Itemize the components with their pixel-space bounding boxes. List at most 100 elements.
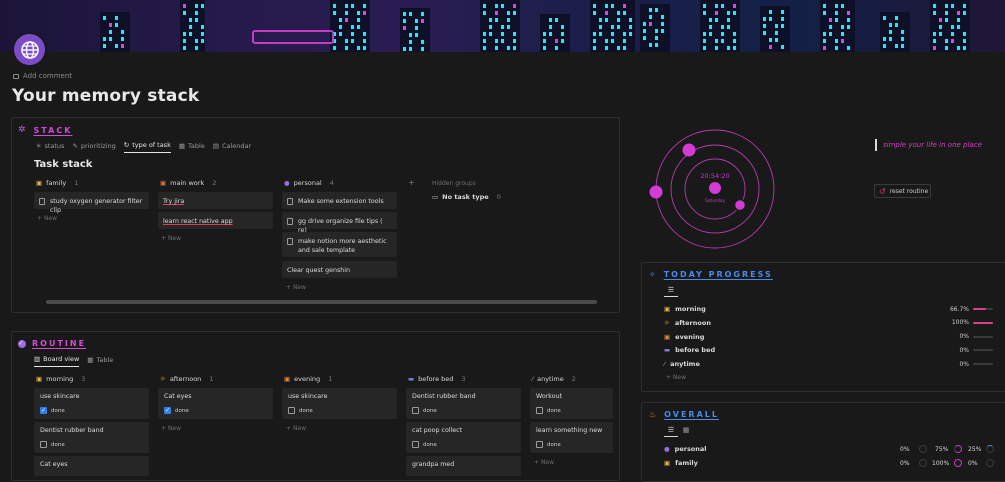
document-icon <box>287 238 293 245</box>
window-light <box>649 15 652 19</box>
new-button[interactable]: + New <box>286 425 306 432</box>
window-light <box>763 24 766 28</box>
progress-row[interactable]: ▣ evening 0% <box>664 333 996 341</box>
window-light <box>201 25 204 29</box>
progress-bar <box>973 321 993 324</box>
done-checkbox[interactable]: ✓ <box>40 407 47 414</box>
window-light <box>823 11 826 15</box>
row-label: anytime <box>670 360 700 369</box>
window-light <box>507 18 510 22</box>
tab-board-view[interactable]: ▥ Board view <box>34 355 80 367</box>
done-checkbox[interactable] <box>536 407 543 414</box>
window-light <box>421 47 424 51</box>
new-label: New <box>167 235 182 242</box>
family-icon: ▣ <box>36 179 43 187</box>
check-circle-icon: ✓ <box>18 339 26 348</box>
window-light <box>421 19 424 23</box>
column-label: main work <box>170 179 205 187</box>
window-light <box>721 4 724 8</box>
window-light <box>703 46 706 50</box>
add-group-button[interactable]: + <box>408 178 415 187</box>
routine-card[interactable]: use skincare done <box>282 388 397 419</box>
window-light <box>363 39 366 43</box>
task-card[interactable]: study oxygen generator filter clip <box>34 192 149 214</box>
overall-row[interactable]: ▣ family 0% 100% 0% <box>664 459 996 467</box>
window-light <box>345 18 348 22</box>
new-button[interactable]: + New <box>666 374 686 381</box>
routine-card[interactable]: Cat eyes ✓ done <box>158 388 273 419</box>
overall-b: 75% <box>935 445 949 453</box>
progress-row[interactable]: ⁄ anytime 0% <box>664 360 996 368</box>
overall-row[interactable]: ● personal 0% 75% 25% <box>664 445 996 453</box>
routine-card[interactable]: use skincare ✓ done <box>34 388 149 419</box>
window-light <box>709 25 712 29</box>
window-light <box>333 4 336 8</box>
new-button[interactable]: + New <box>534 459 554 466</box>
neon-sign <box>252 30 334 44</box>
task-card[interactable]: learn react native app <box>158 212 273 229</box>
window-light <box>883 16 886 20</box>
task-card[interactable]: gg drive organize file tips ( re) <box>282 212 397 234</box>
list-view-tab[interactable]: ☰ <box>664 426 678 437</box>
horizontal-scrollbar[interactable] <box>46 300 597 304</box>
task-card[interactable]: Clear quest genshin <box>282 261 397 278</box>
window-light <box>489 18 492 22</box>
window-light <box>195 11 198 15</box>
window-light <box>543 39 546 43</box>
window-light <box>507 25 510 29</box>
globe-icon[interactable] <box>14 34 45 65</box>
new-label: New <box>672 374 687 381</box>
done-checkbox[interactable] <box>40 441 47 448</box>
done-checkbox[interactable] <box>412 441 419 448</box>
table-icon: ▦ <box>87 355 94 364</box>
done-checkbox[interactable] <box>412 407 419 414</box>
routine-card[interactable]: learn something new done <box>530 422 613 453</box>
new-button[interactable]: + New <box>161 425 181 432</box>
progress-row[interactable]: ▣ morning 66.7% <box>664 305 996 313</box>
routine-card[interactable]: Workout done <box>530 388 613 419</box>
window-light <box>715 11 718 15</box>
progress-row[interactable]: ☼ afternoon 100% <box>664 319 996 327</box>
list-view-tab[interactable]: ☰ <box>664 286 678 297</box>
feather-icon: ⁄ <box>664 360 666 369</box>
new-button[interactable]: + New <box>37 215 57 222</box>
tab-table[interactable]: ▦ Table <box>179 141 205 153</box>
window-light <box>629 32 632 36</box>
window-light <box>945 4 948 8</box>
column-personal: ● personal 4 <box>284 179 334 187</box>
tab-status-label: status <box>44 141 65 150</box>
tab-prioritizing[interactable]: ✎ prioritizing <box>72 141 115 153</box>
tab-calendar[interactable]: ▤ Calendar <box>213 141 251 153</box>
routine-card[interactable]: Cat eyes <box>34 456 149 476</box>
done-checkbox[interactable] <box>288 407 295 414</box>
done-checkbox[interactable] <box>536 441 543 448</box>
no-task-type-group[interactable]: ▭ No task type 0 <box>432 193 501 201</box>
new-button[interactable]: + New <box>161 235 181 242</box>
new-button[interactable]: + New <box>286 284 306 291</box>
window-light <box>721 39 724 43</box>
tab-type-of-task[interactable]: ↻ type of task <box>123 141 171 153</box>
progress-fill <box>973 321 993 324</box>
add-comment-button[interactable]: Add comment <box>13 72 72 80</box>
reset-routine-button[interactable]: ↺ reset routine <box>874 184 931 198</box>
done-checkbox[interactable]: ✓ <box>164 407 171 414</box>
window-light <box>593 39 596 43</box>
routine-card[interactable]: cat poop collect done <box>406 422 521 453</box>
window-light <box>889 37 892 41</box>
tab-status[interactable]: ✳ status <box>36 141 64 153</box>
routine-card[interactable]: grandpa med <box>406 456 521 476</box>
task-card[interactable]: Make some extension tools <box>282 192 397 209</box>
window-light <box>957 25 960 29</box>
window-light <box>345 39 348 43</box>
window-light <box>605 18 608 22</box>
tab-table[interactable]: ▦ Table <box>87 355 113 367</box>
window-light <box>617 18 620 22</box>
table-view-tab[interactable]: ▦ <box>681 426 691 437</box>
window-light <box>333 11 336 15</box>
progress-row[interactable]: ▬ before bed 0% <box>664 346 996 354</box>
window-light <box>357 25 360 29</box>
routine-card[interactable]: Dentist rubber band done <box>34 422 149 453</box>
task-card[interactable]: Try jira <box>158 192 273 209</box>
routine-card[interactable]: Dentist rubber band done <box>406 388 521 419</box>
task-card[interactable]: make notion more aesthetic and sale temp… <box>282 232 397 257</box>
